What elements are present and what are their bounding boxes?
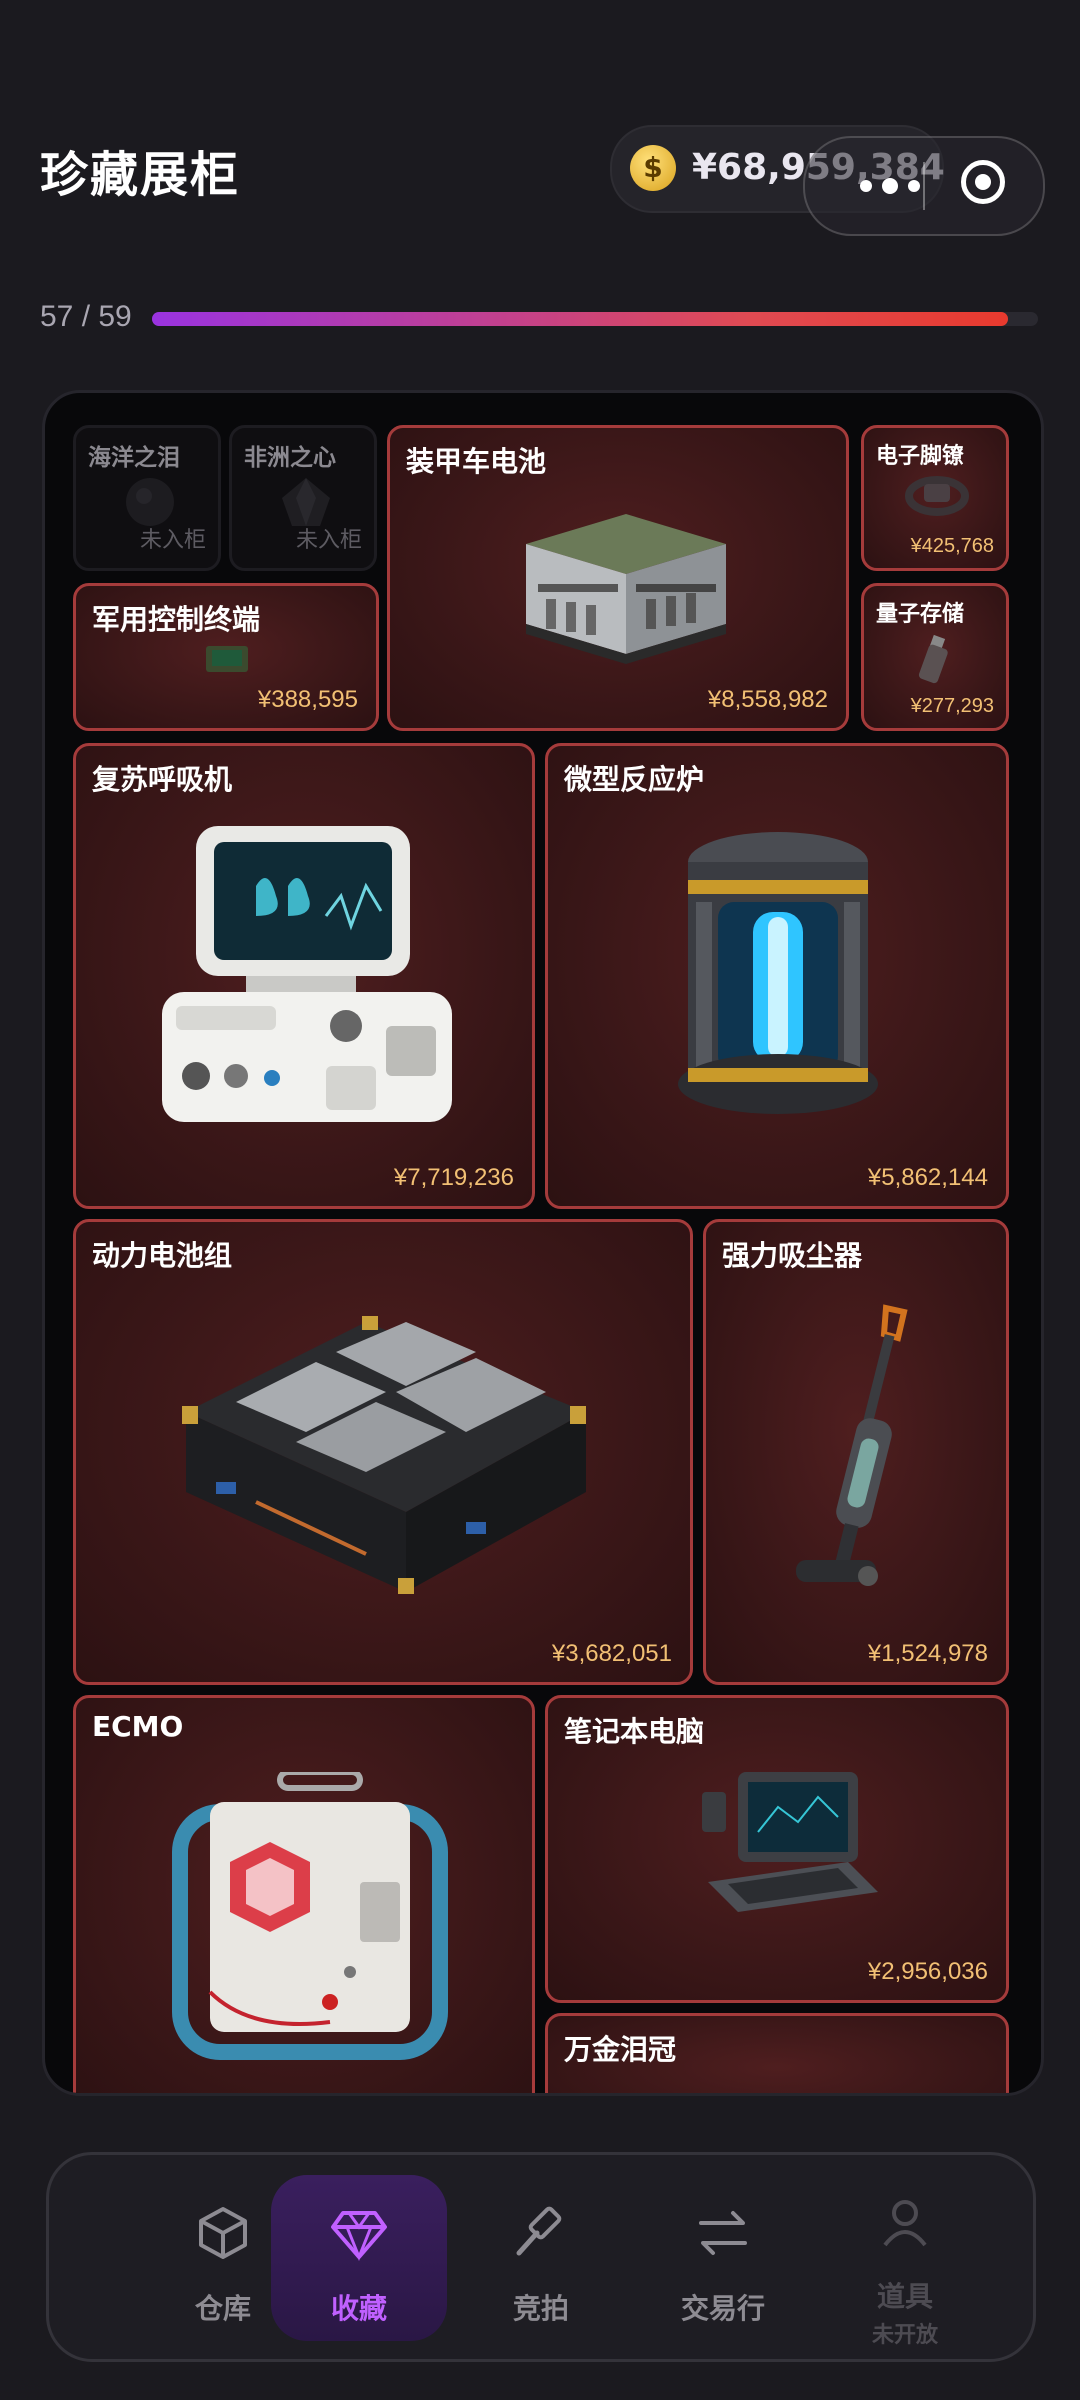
micro-reactor-image <box>678 832 878 1114</box>
item-price: ¥277,293 <box>910 695 994 717</box>
tab-items[interactable]: 道具 未开放 <box>817 2175 993 2348</box>
item-status: 未入柜 <box>139 528 206 553</box>
item-name: 军用控制终端 <box>92 603 261 636</box>
showcase-slot-ocean-tear[interactable]: 海洋之泪 未入柜 <box>73 425 221 571</box>
battery-pack-image <box>182 1316 586 1594</box>
vacuum-cleaner-image <box>796 1304 908 1586</box>
page-title: 珍藏展柜 <box>40 147 241 203</box>
tab-sublabel: 未开放 <box>871 2323 938 2348</box>
item-price: ¥5,862,144 <box>867 1164 988 1191</box>
showcase-item-power-vacuum[interactable]: 强力吸尘器 ¥1,524,978 <box>703 1219 1009 1685</box>
swap-arrows-icon <box>699 2211 747 2255</box>
collection-progress-bar <box>152 312 1038 326</box>
tab-collection[interactable]: 收藏 <box>271 2175 447 2341</box>
collection-progress-fill <box>152 312 1008 326</box>
close-miniprogram-icon[interactable] <box>961 160 1005 204</box>
item-name: 动力电池组 <box>92 1239 233 1272</box>
item-price: ¥1,524,978 <box>867 1640 988 1667</box>
showcase-item-electronic-anklet[interactable]: 电子脚镣 ¥425,768 <box>861 425 1009 571</box>
item-name: 万金泪冠 <box>564 2033 677 2066</box>
box-icon <box>199 2207 247 2259</box>
miniprogram-capsule <box>803 136 1045 236</box>
item-name: 微型反应炉 <box>564 763 705 796</box>
showcase-item-ecmo[interactable]: ECMO <box>73 1695 535 2093</box>
tab-auction[interactable]: 竞拍 <box>453 2175 629 2341</box>
item-price: ¥7,719,236 <box>393 1164 514 1191</box>
bottom-tab-bar: 仓库 收藏 竞拍 交易行 道具 未开放 <box>46 2152 1036 2362</box>
armored-battery-image <box>526 514 726 664</box>
diamond-icon <box>331 2211 387 2262</box>
showcase-item-tiara[interactable]: 万金泪冠 <box>545 2013 1009 2093</box>
item-name: 强力吸尘器 <box>722 1239 863 1272</box>
ecmo-machine-image <box>172 1772 448 2060</box>
more-options-icon[interactable] <box>847 158 933 214</box>
rugged-laptop-image <box>702 1772 878 1912</box>
tab-label: 道具 <box>876 2280 933 2313</box>
item-name: 海洋之泪 <box>88 445 180 471</box>
showcase-item-power-battery-pack[interactable]: 动力电池组 ¥3,682,051 <box>73 1219 693 1685</box>
showcase-item-armored-vehicle-battery[interactable]: 装甲车电池 ¥8,558,982 <box>387 425 849 731</box>
anklet-image <box>905 476 969 516</box>
item-status: 未入柜 <box>295 528 362 553</box>
item-price: ¥2,956,036 <box>867 1958 988 1985</box>
capsule-divider <box>923 162 925 210</box>
item-price: ¥3,682,051 <box>551 1640 672 1667</box>
control-terminal-image <box>206 646 248 672</box>
usb-drive-image <box>918 634 948 684</box>
gavel-icon <box>516 2206 562 2256</box>
tab-label: 收藏 <box>330 2292 387 2325</box>
showcase-item-micro-reactor[interactable]: 微型反应炉 ¥5,862,144 <box>545 743 1009 1209</box>
item-name: 非洲之心 <box>244 445 336 471</box>
item-name: 装甲车电池 <box>406 445 547 478</box>
item-name: ECMO <box>92 1710 184 1743</box>
tab-trading[interactable]: 交易行 <box>635 2175 811 2341</box>
showcase-item-military-control-terminal[interactable]: 军用控制终端 ¥388,595 <box>73 583 379 731</box>
showcase-item-resuscitation-ventilator[interactable]: 复苏呼吸机 ¥7,719,236 <box>73 743 535 1209</box>
showcase-item-quantum-storage[interactable]: 量子存储 ¥277,293 <box>861 583 1009 731</box>
item-name: 笔记本电脑 <box>564 1715 705 1748</box>
showcase-slot-heart-of-africa[interactable]: 非洲之心 未入柜 <box>229 425 377 571</box>
item-price: ¥8,558,982 <box>707 686 828 713</box>
coin-icon: $ <box>630 145 676 191</box>
collection-progress-label: 57 / 59 <box>40 300 132 333</box>
tab-label: 竞拍 <box>512 2292 569 2325</box>
person-icon <box>883 2200 927 2247</box>
item-name: 复苏呼吸机 <box>92 763 233 796</box>
item-name: 电子脚镣 <box>876 444 965 469</box>
showcase-item-laptop[interactable]: 笔记本电脑 ¥2,956,036 <box>545 1695 1009 2003</box>
item-name: 量子存储 <box>876 602 965 627</box>
tab-label: 交易行 <box>680 2292 765 2325</box>
ventilator-image <box>162 826 452 1122</box>
item-price: ¥425,768 <box>910 535 994 557</box>
item-price: ¥388,595 <box>257 686 358 713</box>
showcase-grid: 海洋之泪 未入柜 非洲之心 未入柜 装甲车电池 ¥8,558,982 电子脚镣 <box>42 390 1044 2096</box>
